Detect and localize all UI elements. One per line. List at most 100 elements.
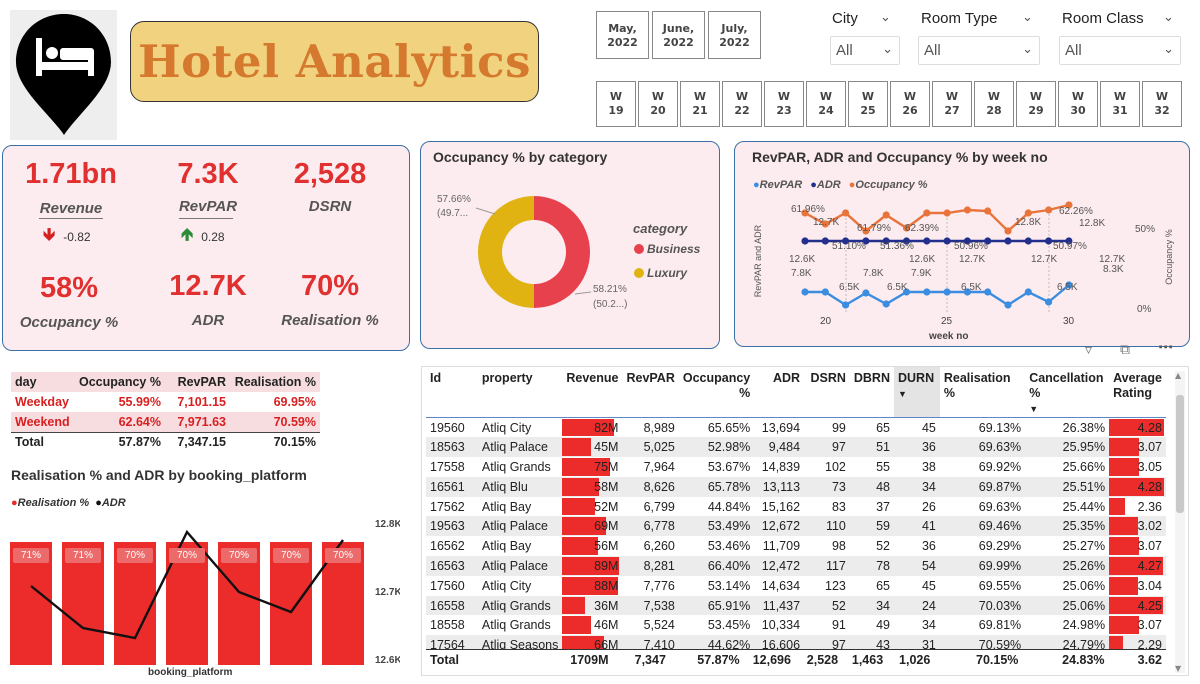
room-class-slicer-dropdown[interactable]: All ⌄ <box>1059 36 1181 65</box>
occupancy-point[interactable] <box>923 209 931 217</box>
table-row[interactable]: 17560 Atliq City 88M 7,776 53.14% 14,634 123 65… <box>426 576 1166 596</box>
sort-desc-icon: ▼ <box>897 389 907 399</box>
room-type-slicer-dropdown[interactable]: All ⌄ <box>918 36 1040 65</box>
occupancy-point[interactable] <box>943 209 951 217</box>
revpar-label: RevPAR <box>178 198 238 215</box>
column-header-dbrn[interactable]: DBRN <box>850 367 894 418</box>
revpar-point[interactable] <box>1024 288 1032 296</box>
revpar-point[interactable] <box>842 301 850 309</box>
revpar-point[interactable] <box>984 288 992 296</box>
revpar-point[interactable] <box>882 300 890 308</box>
week-slicer-29[interactable]: W 29 <box>1016 81 1056 127</box>
donut-slice-business[interactable] <box>534 196 590 308</box>
week-slicer-27[interactable]: W 27 <box>932 81 972 127</box>
weekly-chart-label: 12.7K <box>1031 254 1058 265</box>
week-slicer-20[interactable]: W 20 <box>638 81 678 127</box>
table-row[interactable]: 16562 Atliq Bay 56M 6,260 53.46% 11,709 98 52 36… <box>426 536 1166 556</box>
occupancy-point[interactable] <box>1024 209 1032 217</box>
table-header[interactable]: Occupancy % <box>75 372 165 392</box>
scroll-down-icon[interactable]: ▼ <box>1175 664 1181 673</box>
week-slicer-25[interactable]: W 25 <box>848 81 888 127</box>
occupancy-point[interactable] <box>842 209 850 217</box>
chevron-down-icon[interactable]: ⌄ <box>1022 10 1033 25</box>
revpar-point[interactable] <box>923 288 931 296</box>
table-row[interactable]: 18563 Atliq Palace 45M 5,025 52.98% 9,484 97 51… <box>426 437 1166 458</box>
table-cell: 25.06% <box>1062 598 1106 613</box>
occupancy-point[interactable] <box>1045 206 1053 214</box>
column-header-revenue[interactable]: Revenue <box>562 367 622 418</box>
focus-mode-icon[interactable]: ⧉ <box>1120 342 1130 358</box>
revpar-point[interactable] <box>1004 301 1012 309</box>
column-header-realisation[interactable]: Realisation % <box>940 367 1025 418</box>
occupancy-point[interactable] <box>963 206 971 214</box>
week-slicer-30[interactable]: W 30 <box>1058 81 1098 127</box>
week-slicer-28[interactable]: W 28 <box>974 81 1014 127</box>
week-slicer-21[interactable]: W 21 <box>680 81 720 127</box>
week-slicer-31[interactable]: W 31 <box>1100 81 1140 127</box>
room-type-slicer-label: Room Type <box>921 10 998 27</box>
revpar-point[interactable] <box>821 288 829 296</box>
adr-point[interactable] <box>821 237 829 245</box>
adr-point[interactable] <box>923 237 931 245</box>
column-header-durn[interactable]: DURN ▼ <box>893 367 940 418</box>
table-cell: 89M <box>562 556 622 576</box>
legend-luxury[interactable]: Luxury <box>647 266 687 280</box>
legend-adr[interactable]: ●ADR <box>95 497 126 509</box>
column-header-revpar[interactable]: RevPAR <box>622 367 678 418</box>
month-slicer-may[interactable]: May, 2022 <box>596 11 649 59</box>
week-slicer-24[interactable]: W 24 <box>806 81 846 127</box>
scrollbar-thumb[interactable] <box>1176 395 1184 513</box>
week-slicer-32[interactable]: W 32 <box>1142 81 1182 127</box>
revpar-point[interactable] <box>862 289 870 297</box>
legend-realisation[interactable]: ●Realisation % <box>11 497 89 509</box>
chevron-down-icon[interactable]: ⌄ <box>880 10 891 25</box>
table-row[interactable]: 19563 Atliq Palace 69M 6,778 53.49% 12,672 110… <box>426 516 1166 537</box>
revpar-point[interactable] <box>1045 298 1053 306</box>
legend-business[interactable]: Business <box>647 242 700 256</box>
table-row[interactable]: 16563 Atliq Palace 89M 8,281 66.40% 12,472 117… <box>426 556 1166 576</box>
city-slicer-dropdown[interactable]: All ⌄ <box>830 36 900 65</box>
table-header[interactable]: RevPAR <box>165 372 230 392</box>
occupancy-point[interactable] <box>984 207 992 215</box>
adr-point[interactable] <box>801 237 809 245</box>
column-header-rating[interactable]: Average Rating <box>1109 367 1166 418</box>
adr-point[interactable] <box>1024 237 1032 245</box>
occupancy-point[interactable] <box>882 211 890 219</box>
chevron-down-icon[interactable]: ⌄ <box>1163 10 1174 25</box>
table-cell: 16561 <box>430 479 465 494</box>
more-options-icon[interactable]: ⋯ <box>1158 338 1173 356</box>
filter-icon[interactable]: ▿ <box>1085 342 1092 358</box>
table-row[interactable]: 16558 Atliq Grands 36M 7,538 65.91% 11,437 52 3… <box>426 595 1166 616</box>
column-header-cancellation[interactable]: Cancellation % ▼ <box>1025 367 1109 418</box>
column-header-id[interactable]: Id <box>426 367 470 418</box>
table-cell: Weekend <box>15 414 70 429</box>
column-header-property[interactable]: property <box>470 367 562 418</box>
platform-combo-chart[interactable] <box>0 520 380 665</box>
revpar-point[interactable] <box>801 288 809 296</box>
adr-point[interactable] <box>1004 237 1012 245</box>
week-slicer-19[interactable]: W 19 <box>596 81 636 127</box>
week-slicer-26[interactable]: W 26 <box>890 81 930 127</box>
week-slicer-22[interactable]: W 22 <box>722 81 762 127</box>
month-slicer-july[interactable]: July, 2022 <box>708 11 761 59</box>
month-slicer-june[interactable]: June, 2022 <box>652 11 705 59</box>
table-row[interactable]: 17562 Atliq Bay 52M 6,799 44.84% 15,162 83 37 26… <box>426 497 1166 517</box>
week-slicer-23[interactable]: W 23 <box>764 81 804 127</box>
vertical-scrollbar[interactable]: ▲ ▼ <box>1175 371 1185 673</box>
column-header-dsrn[interactable]: DSRN <box>804 367 850 418</box>
table-header[interactable]: Realisation % <box>230 372 320 392</box>
table-row[interactable]: 19560 Atliq City 82M 8,989 65.65% 13,694 99 65 4… <box>426 418 1166 438</box>
table-header[interactable]: day <box>11 372 75 392</box>
donut-slice-luxury[interactable] <box>478 196 534 308</box>
occupancy-point[interactable] <box>1004 227 1012 235</box>
table-row[interactable]: 16561 Atliq Blu 58M 8,626 65.78% 13,113 73 48 34… <box>426 476 1166 497</box>
column-header-adr[interactable]: ADR <box>754 367 804 418</box>
column-header-occupancy[interactable]: Occupancy % <box>679 367 754 418</box>
table-cell: 53.46% <box>707 539 751 554</box>
table-row[interactable]: 17558 Atliq Grands 75M 7,964 53.67% 14,839 102… <box>426 457 1166 477</box>
adr-point[interactable] <box>943 237 951 245</box>
adr-point[interactable] <box>1045 237 1053 245</box>
revpar-point[interactable] <box>943 288 951 296</box>
scroll-up-icon[interactable]: ▲ <box>1175 371 1181 380</box>
table-row[interactable]: 18558 Atliq Grands 46M 5,524 53.45% 10,334 91 4… <box>426 615 1166 635</box>
